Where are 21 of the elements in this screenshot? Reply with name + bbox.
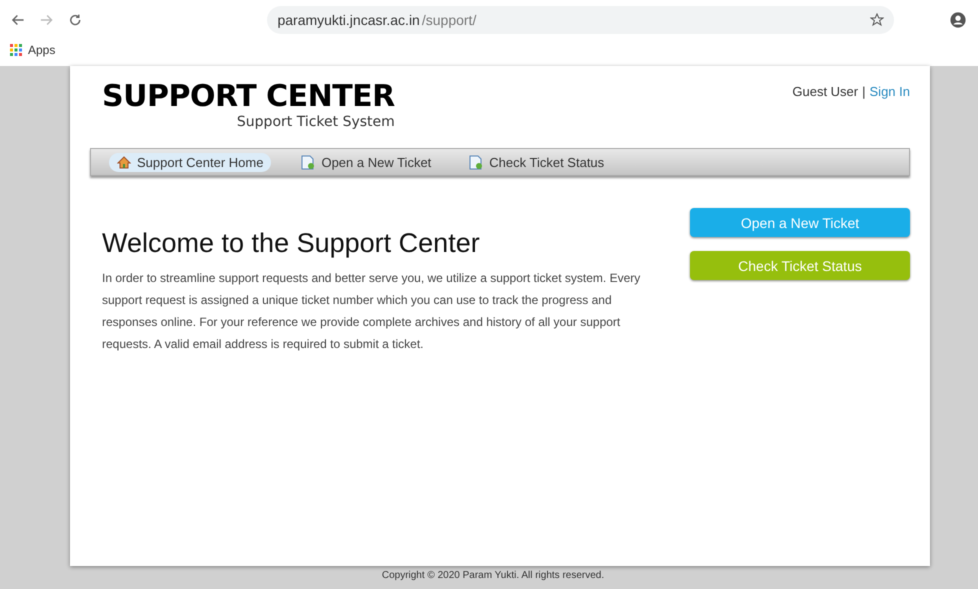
separator: | <box>862 84 866 101</box>
star-icon[interactable] <box>870 13 884 27</box>
house-icon <box>117 156 131 168</box>
grid-icon <box>10 44 22 56</box>
user-name: Guest User <box>792 84 858 101</box>
profile-icon[interactable] <box>950 11 966 29</box>
back-icon[interactable] <box>12 14 24 26</box>
nav-tab[interactable]: Open a New Ticket <box>293 152 440 172</box>
page-heading: Welcome to the Support Center <box>102 228 481 259</box>
bookmark-item[interactable]: Apps <box>0 40 978 60</box>
logo-title: SUPPORT CENTER <box>102 80 395 114</box>
document-icon <box>301 154 316 170</box>
logo-subtitle: Support Ticket System <box>236 114 395 130</box>
nav-tab[interactable]: Support Center Home <box>109 152 272 172</box>
document-icon <box>469 154 484 170</box>
address-bar[interactable]: paramyukti.jncasr.ac.in/support/ <box>267 6 894 34</box>
intro-paragraph: In order to streamline support requests and better serve you, we utilize a support ticket system. Every support request is assigned a unique ticket number which you can use to track the progress and responses online. For your reference we provide complete archives and history of all your support requests. A valid email address is required to submit a ticket. <box>102 270 642 353</box>
copyright-text: Copyright © 2020 Param Yukti. All rights reserved. <box>380 569 606 581</box>
reload-icon[interactable] <box>68 13 82 27</box>
nav-tab[interactable]: Check Ticket Status <box>461 152 612 172</box>
sign-in-link[interactable]: Sign In <box>870 84 910 148</box>
